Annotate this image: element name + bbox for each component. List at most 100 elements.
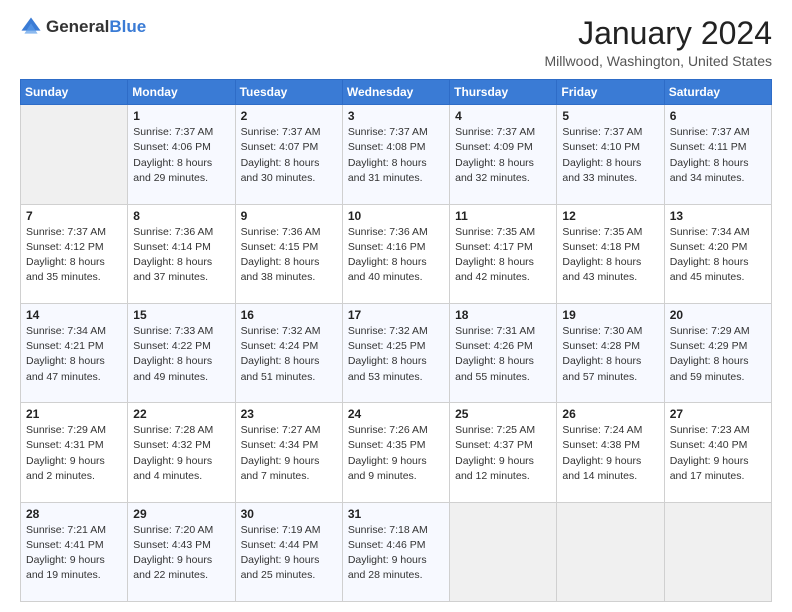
- calendar-cell: [450, 502, 557, 601]
- calendar-cell: 16 Sunrise: 7:32 AM Sunset: 4:24 PM Dayli…: [235, 303, 342, 402]
- calendar-cell: 2 Sunrise: 7:37 AM Sunset: 4:07 PM Daylig…: [235, 105, 342, 204]
- day-number: 10: [348, 209, 444, 223]
- calendar-table: SundayMondayTuesdayWednesdayThursdayFrid…: [20, 79, 772, 602]
- logo-blue: Blue: [109, 17, 146, 36]
- day-info: Sunrise: 7:37 AM Sunset: 4:09 PM Dayligh…: [455, 125, 551, 186]
- day-number: 26: [562, 407, 658, 421]
- day-number: 6: [670, 109, 766, 123]
- day-number: 22: [133, 407, 229, 421]
- calendar-cell: [664, 502, 771, 601]
- calendar-cell: 22 Sunrise: 7:28 AM Sunset: 4:32 PM Dayli…: [128, 403, 235, 502]
- calendar-cell: 15 Sunrise: 7:33 AM Sunset: 4:22 PM Dayli…: [128, 303, 235, 402]
- day-info: Sunrise: 7:26 AM Sunset: 4:35 PM Dayligh…: [348, 423, 444, 484]
- day-number: 9: [241, 209, 337, 223]
- logo-general: General: [46, 17, 109, 36]
- calendar-body: 1 Sunrise: 7:37 AM Sunset: 4:06 PM Daylig…: [21, 105, 772, 602]
- logo-text: GeneralBlue: [46, 18, 146, 37]
- weekday-header-thursday: Thursday: [450, 80, 557, 105]
- day-number: 3: [348, 109, 444, 123]
- day-number: 18: [455, 308, 551, 322]
- calendar-cell: 23 Sunrise: 7:27 AM Sunset: 4:34 PM Dayli…: [235, 403, 342, 502]
- calendar-header: SundayMondayTuesdayWednesdayThursdayFrid…: [21, 80, 772, 105]
- day-number: 1: [133, 109, 229, 123]
- day-number: 25: [455, 407, 551, 421]
- calendar-cell: 28Sunrise: 7:21 AM Sunset: 4:41 PM Dayli…: [21, 502, 128, 601]
- title-section: January 2024 Millwood, Washington, Unite…: [545, 16, 772, 69]
- calendar-cell: [21, 105, 128, 204]
- day-info: Sunrise: 7:30 AM Sunset: 4:28 PM Dayligh…: [562, 324, 658, 385]
- day-number: 17: [348, 308, 444, 322]
- day-info: Sunrise: 7:31 AM Sunset: 4:26 PM Dayligh…: [455, 324, 551, 385]
- calendar-cell: 7 Sunrise: 7:37 AM Sunset: 4:12 PM Daylig…: [21, 204, 128, 303]
- weekday-header-row: SundayMondayTuesdayWednesdayThursdayFrid…: [21, 80, 772, 105]
- day-info: Sunrise: 7:36 AM Sunset: 4:15 PM Dayligh…: [241, 225, 337, 286]
- page: GeneralBlue January 2024 Millwood, Washi…: [0, 0, 792, 612]
- calendar-cell: 29Sunrise: 7:20 AM Sunset: 4:43 PM Dayli…: [128, 502, 235, 601]
- weekday-header-saturday: Saturday: [664, 80, 771, 105]
- calendar-cell: 6 Sunrise: 7:37 AM Sunset: 4:11 PM Daylig…: [664, 105, 771, 204]
- day-info: Sunrise: 7:34 AM Sunset: 4:20 PM Dayligh…: [670, 225, 766, 286]
- day-info: Sunrise: 7:29 AM Sunset: 4:31 PM Dayligh…: [26, 423, 122, 484]
- calendar-cell: 20Sunrise: 7:29 AM Sunset: 4:29 PM Dayli…: [664, 303, 771, 402]
- day-number: 14: [26, 308, 122, 322]
- weekday-header-monday: Monday: [128, 80, 235, 105]
- calendar-week-row: 7 Sunrise: 7:37 AM Sunset: 4:12 PM Daylig…: [21, 204, 772, 303]
- weekday-header-tuesday: Tuesday: [235, 80, 342, 105]
- day-number: 31: [348, 507, 444, 521]
- day-number: 11: [455, 209, 551, 223]
- calendar-cell: 9 Sunrise: 7:36 AM Sunset: 4:15 PM Daylig…: [235, 204, 342, 303]
- calendar-cell: 5Sunrise: 7:37 AM Sunset: 4:10 PM Daylig…: [557, 105, 664, 204]
- day-number: 15: [133, 308, 229, 322]
- day-number: 21: [26, 407, 122, 421]
- calendar-cell: 4Sunrise: 7:37 AM Sunset: 4:09 PM Daylig…: [450, 105, 557, 204]
- day-info: Sunrise: 7:33 AM Sunset: 4:22 PM Dayligh…: [133, 324, 229, 385]
- day-info: Sunrise: 7:29 AM Sunset: 4:29 PM Dayligh…: [670, 324, 766, 385]
- day-number: 7: [26, 209, 122, 223]
- day-info: Sunrise: 7:32 AM Sunset: 4:25 PM Dayligh…: [348, 324, 444, 385]
- calendar-cell: 25 Sunrise: 7:25 AM Sunset: 4:37 PM Dayli…: [450, 403, 557, 502]
- logo-icon: [20, 16, 42, 38]
- day-number: 16: [241, 308, 337, 322]
- day-number: 19: [562, 308, 658, 322]
- calendar-cell: 3 Sunrise: 7:37 AM Sunset: 4:08 PM Daylig…: [342, 105, 449, 204]
- calendar-cell: 19 Sunrise: 7:30 AM Sunset: 4:28 PM Dayli…: [557, 303, 664, 402]
- day-info: Sunrise: 7:37 AM Sunset: 4:06 PM Dayligh…: [133, 125, 229, 186]
- day-number: 29: [133, 507, 229, 521]
- calendar-cell: 21 Sunrise: 7:29 AM Sunset: 4:31 PM Dayli…: [21, 403, 128, 502]
- day-info: Sunrise: 7:21 AM Sunset: 4:41 PM Dayligh…: [26, 523, 122, 584]
- calendar-cell: 26 Sunrise: 7:24 AM Sunset: 4:38 PM Dayli…: [557, 403, 664, 502]
- calendar-cell: 14 Sunrise: 7:34 AM Sunset: 4:21 PM Dayli…: [21, 303, 128, 402]
- header: GeneralBlue January 2024 Millwood, Washi…: [20, 16, 772, 69]
- day-info: Sunrise: 7:25 AM Sunset: 4:37 PM Dayligh…: [455, 423, 551, 484]
- calendar-cell: 24Sunrise: 7:26 AM Sunset: 4:35 PM Dayli…: [342, 403, 449, 502]
- day-number: 2: [241, 109, 337, 123]
- calendar-cell: 30Sunrise: 7:19 AM Sunset: 4:44 PM Dayli…: [235, 502, 342, 601]
- calendar-cell: 17 Sunrise: 7:32 AM Sunset: 4:25 PM Dayli…: [342, 303, 449, 402]
- location-subtitle: Millwood, Washington, United States: [545, 53, 772, 69]
- logo: GeneralBlue: [20, 16, 146, 38]
- day-number: 27: [670, 407, 766, 421]
- day-info: Sunrise: 7:27 AM Sunset: 4:34 PM Dayligh…: [241, 423, 337, 484]
- day-info: Sunrise: 7:32 AM Sunset: 4:24 PM Dayligh…: [241, 324, 337, 385]
- day-info: Sunrise: 7:28 AM Sunset: 4:32 PM Dayligh…: [133, 423, 229, 484]
- day-number: 30: [241, 507, 337, 521]
- day-info: Sunrise: 7:34 AM Sunset: 4:21 PM Dayligh…: [26, 324, 122, 385]
- day-info: Sunrise: 7:37 AM Sunset: 4:12 PM Dayligh…: [26, 225, 122, 286]
- day-info: Sunrise: 7:24 AM Sunset: 4:38 PM Dayligh…: [562, 423, 658, 484]
- day-number: 12: [562, 209, 658, 223]
- weekday-header-friday: Friday: [557, 80, 664, 105]
- day-info: Sunrise: 7:35 AM Sunset: 4:17 PM Dayligh…: [455, 225, 551, 286]
- calendar-cell: 27 Sunrise: 7:23 AM Sunset: 4:40 PM Dayli…: [664, 403, 771, 502]
- calendar-cell: [557, 502, 664, 601]
- day-info: Sunrise: 7:18 AM Sunset: 4:46 PM Dayligh…: [348, 523, 444, 584]
- day-number: 23: [241, 407, 337, 421]
- day-info: Sunrise: 7:37 AM Sunset: 4:07 PM Dayligh…: [241, 125, 337, 186]
- day-info: Sunrise: 7:37 AM Sunset: 4:10 PM Dayligh…: [562, 125, 658, 186]
- day-info: Sunrise: 7:23 AM Sunset: 4:40 PM Dayligh…: [670, 423, 766, 484]
- calendar-week-row: 21 Sunrise: 7:29 AM Sunset: 4:31 PM Dayli…: [21, 403, 772, 502]
- day-info: Sunrise: 7:37 AM Sunset: 4:11 PM Dayligh…: [670, 125, 766, 186]
- calendar-cell: 31 Sunrise: 7:18 AM Sunset: 4:46 PM Dayli…: [342, 502, 449, 601]
- day-info: Sunrise: 7:37 AM Sunset: 4:08 PM Dayligh…: [348, 125, 444, 186]
- calendar-cell: 11 Sunrise: 7:35 AM Sunset: 4:17 PM Dayli…: [450, 204, 557, 303]
- day-info: Sunrise: 7:36 AM Sunset: 4:14 PM Dayligh…: [133, 225, 229, 286]
